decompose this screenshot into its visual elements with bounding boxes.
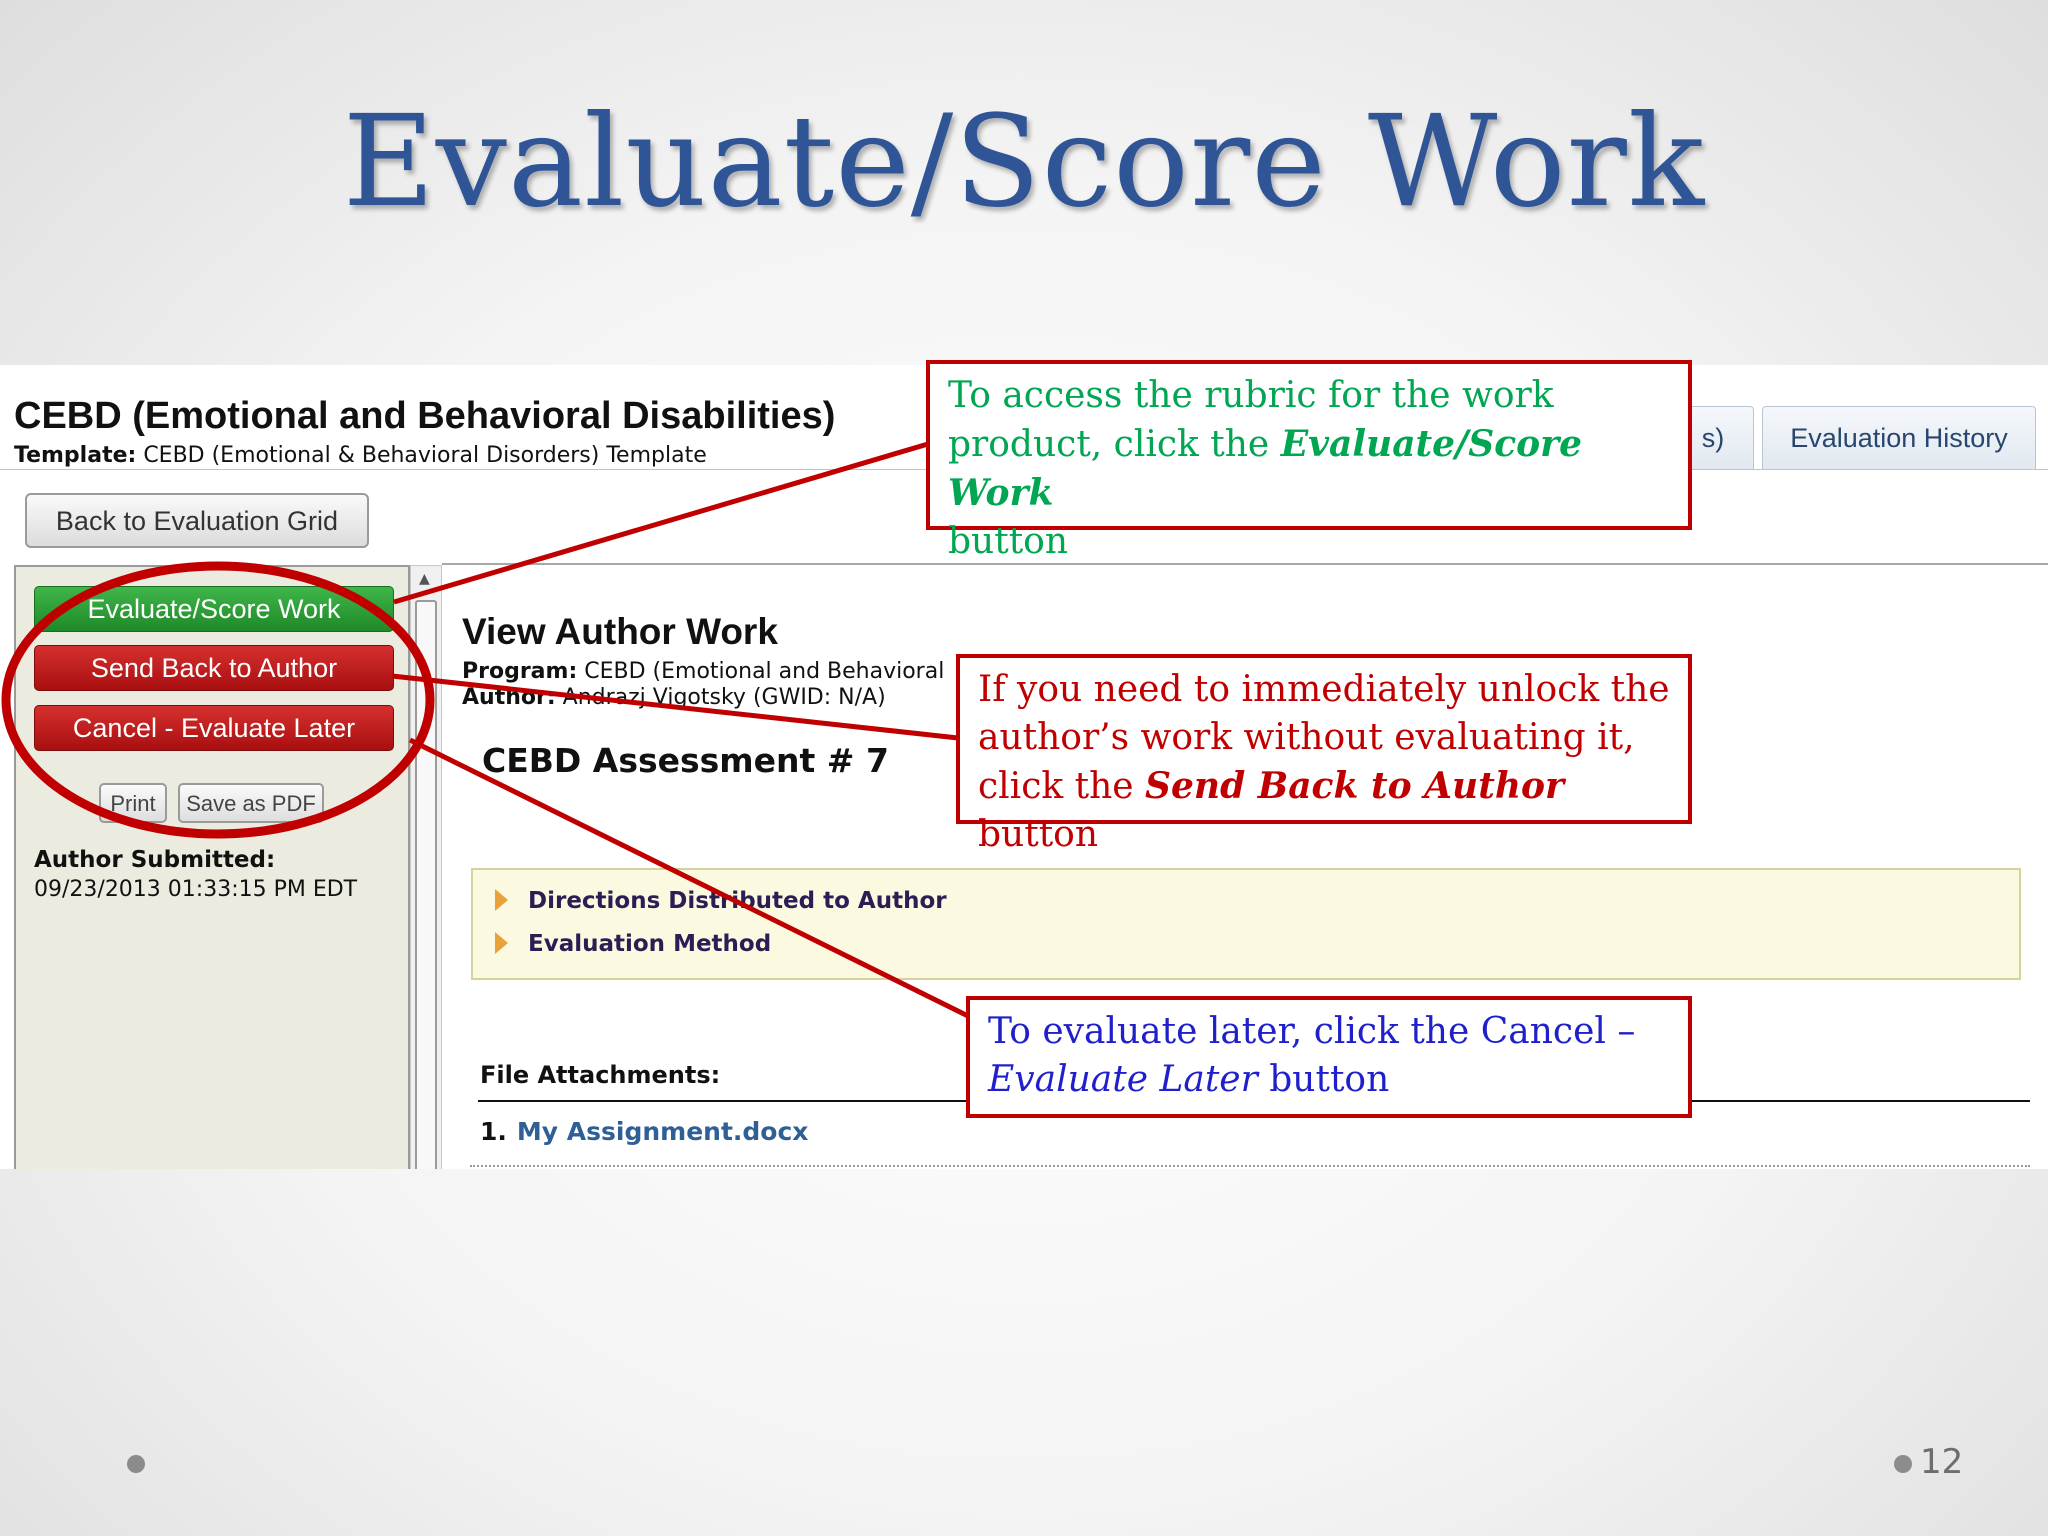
callout-line: If you need to immediately unlock the <box>978 669 1670 710</box>
callout-send-back: If you need to immediately unlock the au… <box>956 654 1692 855</box>
callout-line: Evaluate Later button <box>988 1059 1390 1100</box>
slide-bullet-icon <box>1894 1455 1912 1473</box>
callout-line: To evaluate later, click the Cancel – <box>988 1011 1636 1052</box>
arrow-line-evaluate <box>393 441 929 605</box>
callout-line: button <box>948 521 1069 562</box>
page-number: 12 <box>1920 1442 1964 1482</box>
callout-line: author’s work without evaluating it, <box>978 717 1635 758</box>
callout-line: To access the rubric for the work <box>948 375 1554 416</box>
arrow-line-cancel <box>408 737 970 1019</box>
callout-evaluate: To access the rubric for the work produc… <box>926 360 1692 562</box>
highlight-circle <box>1 561 435 839</box>
callout-cancel: To evaluate later, click the Cancel – Ev… <box>966 996 1692 1118</box>
arrow-line-send-back <box>391 673 959 741</box>
callout-line: product, click the Evaluate/Score Work <box>948 423 1583 514</box>
slide-bullet-icon <box>127 1455 145 1473</box>
callout-line: click the Send Back to Author button <box>978 765 1565 855</box>
